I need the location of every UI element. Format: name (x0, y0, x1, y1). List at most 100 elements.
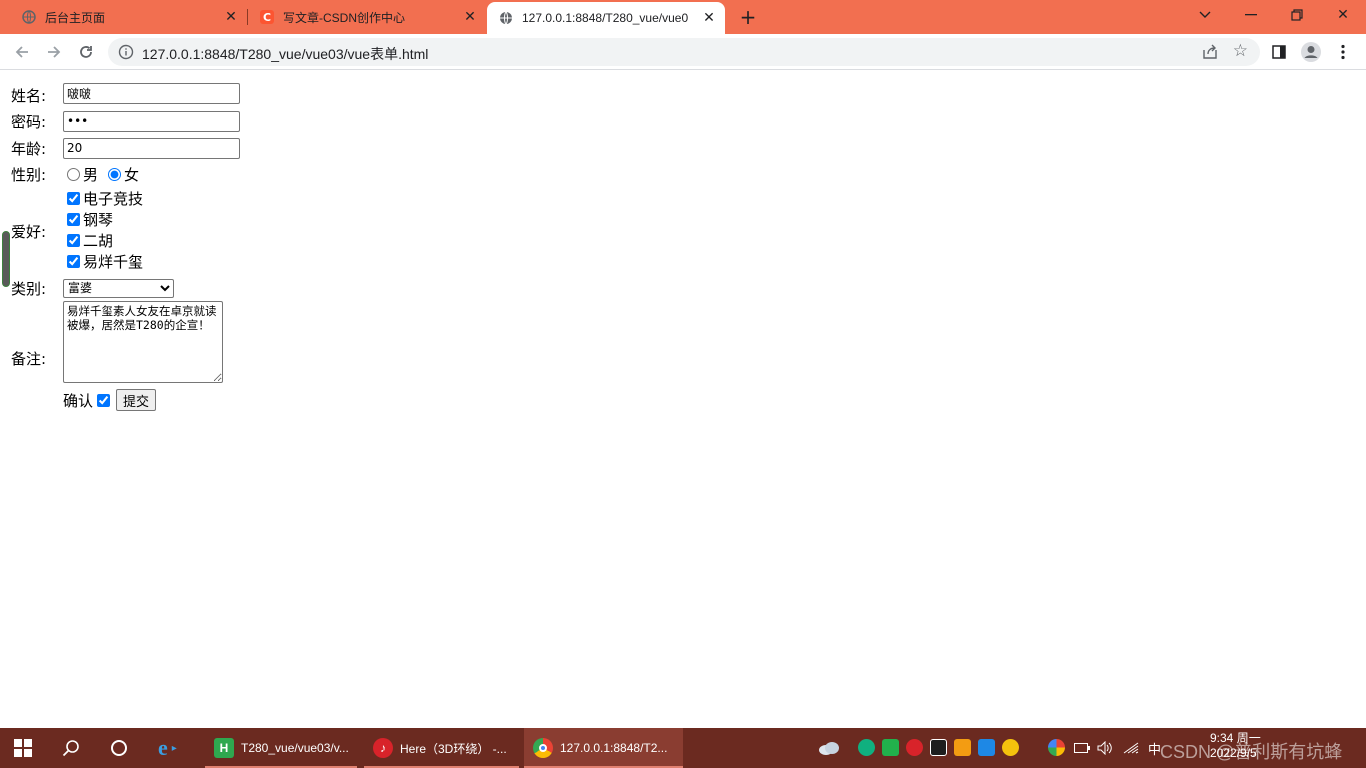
tab-title: 后台主页面 (45, 10, 106, 25)
tab-csdn-editor[interactable]: C 写文章-CSDN创作中心 ✕ (248, 0, 486, 34)
scroll-handle[interactable] (2, 231, 10, 287)
ie-browser-icon[interactable]: e ▸ (158, 728, 177, 768)
reload-icon[interactable] (73, 39, 99, 65)
gender-radio-female[interactable] (108, 168, 122, 181)
side-panel-icon[interactable] (1266, 39, 1292, 65)
wifi-icon[interactable] (1123, 728, 1139, 768)
close-window-icon[interactable]: ✕ (1320, 0, 1366, 30)
chrome-icon (533, 738, 553, 758)
browser-tab-strip: 后台主页面 ✕ C 写文章-CSDN创作中心 ✕ 127.0.0.1:8848/… (0, 0, 1366, 34)
globe-icon (499, 11, 513, 25)
password-label: 密码: (11, 113, 47, 131)
hobby-esports-label: 电子竞技 (83, 190, 144, 208)
gender-label: 性别: (11, 166, 47, 184)
hobby-option-piano[interactable]: 钢琴 (63, 209, 143, 230)
hobby-checkbox-esports[interactable] (67, 192, 80, 205)
name-label: 姓名: (11, 87, 47, 105)
hobby-checkbox-yyqx[interactable] (67, 255, 80, 268)
hobby-group: 电子竞技 钢琴 二胡 易烊千玺 (63, 188, 143, 272)
name-input[interactable] (63, 83, 240, 104)
gender-radio-male[interactable] (67, 168, 80, 181)
minimize-icon[interactable] (1228, 0, 1274, 30)
tab-vue-form[interactable]: 127.0.0.1:8848/T280_vue/vue0 ✕ (487, 2, 725, 34)
tray-pinwheel-icon[interactable] (1048, 739, 1065, 756)
csdn-icon: C (260, 10, 274, 24)
age-field-wrap (63, 137, 240, 159)
csdn-watermark: CSDN @普利斯有坑蜂 (1160, 742, 1343, 762)
info-icon[interactable] (118, 44, 134, 60)
tray-app-blue-icon[interactable] (978, 739, 995, 756)
shield-icon[interactable] (930, 739, 947, 756)
close-icon[interactable]: ✕ (462, 9, 478, 25)
hbuilder-icon: H (214, 738, 234, 758)
globe-icon (22, 10, 36, 24)
taskbar-app-music[interactable]: ♪ Here（3D环绕） -... (364, 728, 519, 768)
confirm-row: 确认 提交 (63, 389, 157, 411)
gender-female-label: 女 (124, 166, 140, 184)
hobby-option-yyqx[interactable]: 易烊千玺 (63, 251, 143, 272)
hobby-piano-label: 钢琴 (83, 211, 114, 229)
share-icon[interactable] (1202, 44, 1218, 60)
kebab-menu-icon[interactable] (1330, 39, 1356, 65)
restore-icon[interactable] (1274, 0, 1320, 30)
password-field-wrap (63, 110, 240, 132)
gender-group: 男 女 (63, 164, 139, 185)
gender-male-label: 男 (83, 166, 99, 184)
age-label: 年龄: (11, 140, 47, 158)
netease-music-icon: ♪ (373, 738, 393, 758)
confirm-label: 确认 (63, 391, 94, 410)
hobby-checkbox-erhu[interactable] (67, 234, 80, 247)
hobby-checkbox-piano[interactable] (67, 213, 80, 226)
back-arrow-icon[interactable] (9, 39, 35, 65)
tray-app-yellow-icon[interactable] (1002, 739, 1019, 756)
iqiyi-icon[interactable] (882, 739, 899, 756)
hobby-label: 爱好: (11, 223, 47, 241)
name-field-wrap (63, 83, 240, 104)
browser-toolbar: 127.0.0.1:8848/T280_vue/vue03/vue表单.html… (0, 34, 1366, 70)
tab-title: 写文章-CSDN创作中心 (283, 10, 405, 25)
forward-arrow-icon[interactable] (41, 39, 67, 65)
chevron-down-icon[interactable] (1182, 0, 1228, 30)
tray-app-green-icon[interactable] (858, 739, 875, 756)
taskbar-app-label: Here（3D环绕） -... (400, 741, 507, 756)
bookmark-star-icon[interactable]: ☆ (1233, 41, 1248, 61)
category-select[interactable]: 富婆 (63, 278, 174, 298)
battery-icon[interactable] (1074, 728, 1090, 768)
new-tab-plus-icon[interactable]: + (737, 7, 759, 29)
tab-admin-home[interactable]: 后台主页面 ✕ (0, 0, 247, 34)
tab-title: 127.0.0.1:8848/T280_vue/vue0 (522, 11, 689, 25)
hobby-yyqx-label: 易烊千玺 (83, 253, 144, 271)
hobby-option-erhu[interactable]: 二胡 (63, 230, 143, 251)
windows-start-icon[interactable] (14, 728, 32, 768)
cortana-icon[interactable] (110, 728, 128, 768)
tray-music-icon[interactable] (906, 739, 923, 756)
category-field-wrap: 富婆 (63, 277, 174, 298)
remark-label: 备注: (11, 350, 47, 368)
profile-avatar-icon[interactable] (1298, 39, 1324, 65)
hobby-option-esports[interactable]: 电子竞技 (63, 188, 143, 209)
taskbar-app-label: 127.0.0.1:8848/T2... (560, 741, 668, 755)
close-icon[interactable]: ✕ (701, 10, 717, 26)
taskbar: e ▸ H T280_vue/vue03/v... ♪ Here（3D环绕） -… (0, 728, 1366, 768)
category-label: 类别: (11, 280, 47, 298)
gender-option-female[interactable]: 女 (104, 164, 139, 185)
age-input[interactable] (63, 137, 240, 159)
hobby-erhu-label: 二胡 (83, 232, 114, 250)
screen: 后台主页面 ✕ C 写文章-CSDN创作中心 ✕ 127.0.0.1:8848/… (0, 0, 1366, 768)
remark-field-wrap: 易烊千玺素人女友在卓京就读被爆，居然是T280的企宣！ (63, 301, 223, 387)
submit-button[interactable]: 提交 (116, 389, 157, 411)
close-icon[interactable]: ✕ (223, 9, 239, 25)
volume-icon[interactable] (1097, 728, 1113, 768)
address-bar[interactable]: 127.0.0.1:8848/T280_vue/vue03/vue表单.html… (108, 38, 1260, 66)
search-icon[interactable] (62, 728, 80, 768)
remark-textarea[interactable]: 易烊千玺素人女友在卓京就读被爆，居然是T280的企宣！ (63, 301, 223, 383)
taskbar-app-chrome[interactable]: 127.0.0.1:8848/T2... (524, 728, 683, 768)
tray-app-orange-icon[interactable] (954, 739, 971, 756)
weather-cloud-icon[interactable] (818, 728, 840, 768)
taskbar-app-label: T280_vue/vue03/v... (241, 741, 349, 755)
gender-option-male[interactable]: 男 (63, 164, 98, 185)
page-content: 姓名: 密码: 年龄: 性别: 男 女 爱好: 电子竞技 (0, 71, 1366, 728)
password-input[interactable] (63, 110, 240, 132)
taskbar-app-hbuilder[interactable]: H T280_vue/vue03/v... (205, 728, 357, 768)
confirm-checkbox[interactable] (97, 393, 111, 407)
